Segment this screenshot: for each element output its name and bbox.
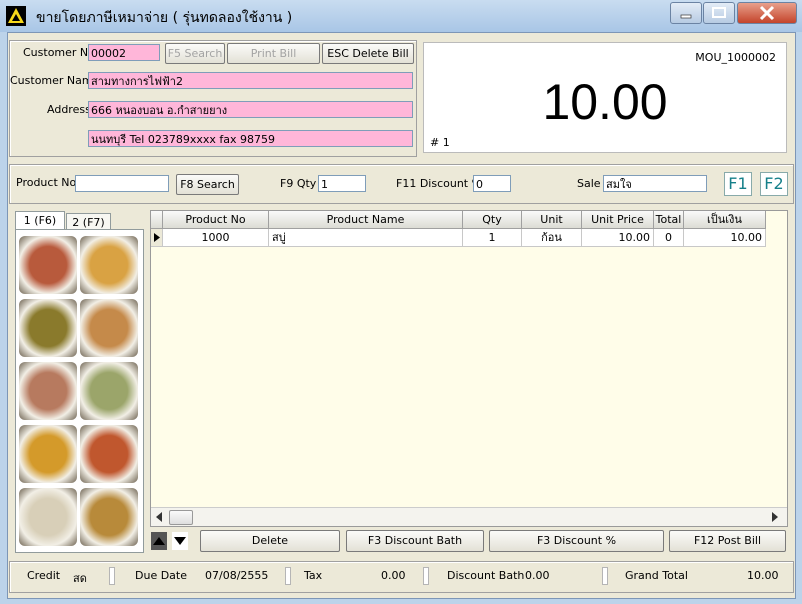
cell-product-no[interactable]: 1000	[163, 229, 269, 247]
salesperson-input[interactable]: สมใจ	[603, 175, 707, 192]
discount-bath-button[interactable]: F3 Discount Bath	[346, 530, 484, 552]
row-selector[interactable]	[151, 229, 163, 247]
delete-button[interactable]: Delete	[200, 530, 340, 552]
tax-label: Tax	[304, 569, 323, 582]
grand-total-value: 10.00	[747, 569, 779, 582]
status-separator	[285, 567, 291, 585]
application-window: ขายโดยภาษีเหมาจ่าย ( รุ่นทดลองใช้งาน ) C…	[0, 0, 802, 604]
post-bill-button[interactable]: F12 Post Bill	[669, 530, 786, 552]
f1-button[interactable]: F1	[724, 172, 752, 196]
window-title: ขายโดยภาษีเหมาจ่าย ( รุ่นทดลองใช้งาน )	[36, 10, 293, 26]
f8-search-button[interactable]: F8 Search	[176, 174, 239, 195]
tax-value: 0.00	[381, 569, 406, 582]
salad-dish-thumbnail[interactable]	[19, 236, 77, 294]
customer-no-field[interactable]: 00002	[88, 44, 160, 61]
total-amount: 10.00	[542, 74, 668, 130]
qty-input[interactable]: 1	[318, 175, 366, 192]
arrow-up-icon	[153, 537, 165, 545]
maximize-button[interactable]	[703, 2, 735, 24]
col-product-name[interactable]: Product Name	[269, 211, 463, 229]
tab-page-2[interactable]: 2 (F7)	[66, 213, 111, 229]
bill-number: MOU_1000002	[695, 51, 776, 64]
f11-discount-label: F11 Discount %	[396, 177, 483, 190]
col-amount[interactable]: เป็นเงิน	[684, 211, 766, 229]
scroll-left-icon[interactable]	[155, 512, 163, 522]
cell-amount[interactable]: 10.00	[684, 229, 766, 247]
sale-label: Sale	[577, 177, 601, 190]
customer-name-field[interactable]: สามทางการไฟฟ้า2	[88, 72, 413, 89]
discount-percent-button[interactable]: F3 Discount %	[489, 530, 664, 552]
order-grid[interactable]: Product No Product Name Qty Unit Unit Pr…	[150, 210, 788, 527]
curry-dish-thumbnail[interactable]	[19, 299, 77, 357]
status-separator	[602, 567, 608, 585]
due-date-value: 07/08/2555	[205, 569, 269, 582]
omelette-thumbnail[interactable]	[19, 425, 77, 483]
status-separator	[109, 567, 115, 585]
close-button[interactable]	[737, 2, 797, 24]
arrow-down-icon	[174, 537, 186, 545]
minimize-button[interactable]	[670, 2, 702, 24]
address-line1-field[interactable]: 666 หนองบอน อ.กำสายยาง	[88, 101, 413, 118]
move-up-button[interactable]	[151, 532, 167, 550]
soup-dish-thumbnail[interactable]	[80, 362, 138, 420]
credit-label: Credit	[27, 569, 61, 582]
spicy-dish-thumbnail[interactable]	[80, 425, 138, 483]
fried-rice-thumbnail[interactable]	[80, 488, 138, 546]
cell-unit-price[interactable]: 10.00	[582, 229, 654, 247]
tab-page-1[interactable]: 1 (F6)	[15, 211, 65, 229]
discount-bath-label: Discount Bath	[447, 569, 525, 582]
cell-product-name[interactable]: สบู่	[269, 229, 463, 247]
esc-delete-bill-button[interactable]: ESC Delete Bill	[322, 43, 414, 64]
product-no-label: Product No	[16, 176, 77, 189]
title-bar[interactable]: ขายโดยภาษีเหมาจ่าย ( รุ่นทดลองใช้งาน )	[0, 0, 802, 32]
scroll-right-icon[interactable]	[771, 512, 779, 522]
product-no-input[interactable]	[75, 175, 169, 192]
horizontal-scrollbar[interactable]	[151, 507, 787, 526]
grilled-meat-thumbnail[interactable]	[19, 362, 77, 420]
due-date-label: Due Date	[135, 569, 187, 582]
customer-name-label: Customer Name	[10, 74, 100, 87]
status-separator	[423, 567, 429, 585]
col-unit-price[interactable]: Unit Price	[582, 211, 654, 229]
fried-pork-thumbnail[interactable]	[80, 299, 138, 357]
address-label: Address	[47, 103, 91, 116]
cell-qty[interactable]: 1	[463, 229, 522, 247]
rice-soup-thumbnail[interactable]	[19, 488, 77, 546]
row-header-corner	[151, 211, 163, 229]
f5-search-button[interactable]: F5 Search	[165, 43, 225, 64]
grand-total-label: Grand Total	[625, 569, 688, 582]
item-counter: # 1	[430, 136, 450, 149]
cell-unit[interactable]: ก้อน	[522, 229, 582, 247]
address-line2-field[interactable]: นนทบุรี Tel 023789xxxx fax 98759	[88, 130, 413, 147]
discount-bath-value: 0.00	[525, 569, 550, 582]
f9-qty-label: F9 Qty	[280, 177, 317, 190]
f2-button[interactable]: F2	[760, 172, 788, 196]
customer-no-label: Customer No	[23, 46, 95, 59]
col-unit[interactable]: Unit	[522, 211, 582, 229]
app-logo-icon	[6, 6, 26, 26]
scroll-thumb[interactable]	[169, 510, 193, 525]
print-bill-button[interactable]: Print Bill	[227, 43, 320, 64]
col-product-no[interactable]: Product No	[163, 211, 269, 229]
move-down-button[interactable]	[172, 532, 188, 550]
col-total[interactable]: Total	[654, 211, 684, 229]
cell-total[interactable]: 0	[654, 229, 684, 247]
amount-display: MOU_1000002 10.00 # 1	[423, 42, 787, 153]
col-qty[interactable]: Qty	[463, 211, 522, 229]
discount-percent-input[interactable]: 0	[473, 175, 511, 192]
noodle-dish-thumbnail[interactable]	[80, 236, 138, 294]
credit-value: สด	[73, 572, 87, 585]
